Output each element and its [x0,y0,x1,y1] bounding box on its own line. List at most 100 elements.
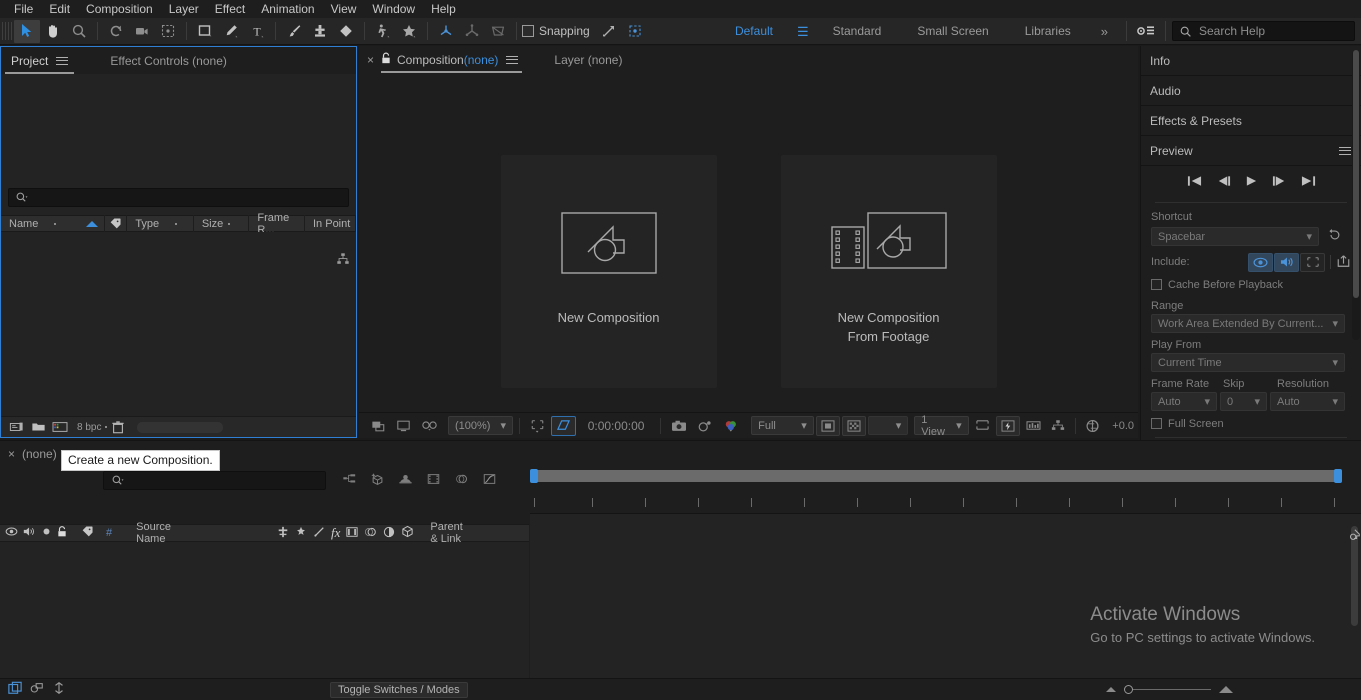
timeline-vertical-scrollbar[interactable] [1349,526,1359,648]
layer-number-header[interactable]: # [106,527,112,539]
adjustment-layer-icon[interactable] [383,526,395,541]
workspace-libraries[interactable]: Libraries [1007,18,1089,45]
transparency-grid-icon[interactable] [551,416,576,436]
column-type[interactable]: Type [127,215,194,232]
region-of-interest-icon[interactable] [526,416,549,436]
zoom-in-icon[interactable] [1219,686,1233,693]
column-label-color[interactable] [105,215,127,232]
export-frame-icon[interactable] [1336,254,1351,271]
close-icon[interactable]: × [367,53,374,67]
zoom-slider-track[interactable] [1133,689,1211,690]
motion-blur-icon[interactable] [364,526,377,541]
menu-item-file[interactable]: File [6,0,41,18]
show-snapshot-icon[interactable] [693,416,717,436]
workspace-default[interactable]: Default [717,18,791,45]
collapse-transformations-icon[interactable] [295,526,307,541]
frame-rate-select[interactable]: Auto ▾ [1151,392,1217,411]
view-count-select[interactable]: 1 View ▾ [914,416,968,435]
cache-before-playback-row[interactable]: Cache Before Playback [1151,275,1351,294]
shortcut-select[interactable]: Spacebar ▾ [1151,227,1319,246]
rotation-tool[interactable] [103,20,129,43]
project-item-list[interactable] [1,232,356,415]
panel-audio[interactable]: Audio [1141,76,1361,106]
menu-item-edit[interactable]: Edit [41,0,78,18]
frame-blend-icon[interactable] [346,526,358,541]
view-layout-select-arrow[interactable]: ▾ [868,416,908,435]
composition-panel-menu-icon[interactable] [506,53,518,66]
new-composition-icon[interactable] [49,418,71,437]
3d-layer-icon[interactable] [401,525,414,541]
first-frame-icon[interactable] [1187,175,1202,190]
range-select[interactable]: Work Area Extended By Current... ▾ [1151,314,1345,333]
menu-item-window[interactable]: Window [364,0,423,18]
project-search-input[interactable] [8,188,349,207]
bit-depth-button[interactable]: 8 bpc [71,422,107,433]
workspace-overflow-button[interactable]: » [1089,18,1120,45]
last-frame-icon[interactable] [1301,175,1316,190]
video-eye-icon[interactable] [5,526,18,540]
hide-shy-layers-icon[interactable] [398,472,413,489]
project-flowchart-icon[interactable] [336,252,350,269]
new-folder-icon[interactable] [27,418,49,437]
panel-info[interactable]: Info [1141,46,1361,76]
roto-brush-tool[interactable] [370,20,396,43]
cache-before-playback-checkbox[interactable] [1151,279,1162,290]
work-area-end-handle[interactable] [1334,469,1342,483]
shy-icon[interactable] [277,526,289,541]
eraser-tool[interactable] [333,20,359,43]
timeline-zoom-slider[interactable] [1098,685,1241,694]
snap-arrow-icon[interactable] [596,20,622,43]
column-in-point[interactable]: In Point [305,215,356,232]
menu-item-effect[interactable]: Effect [207,0,253,18]
pixel-aspect-correction-icon[interactable] [971,416,994,436]
play-from-select[interactable]: Current Time ▾ [1151,353,1345,372]
local-axis-mode-icon[interactable] [433,20,459,43]
region-grid-icon[interactable] [842,416,866,436]
always-preview-icon[interactable] [367,416,390,436]
zoom-out-icon[interactable] [1106,687,1116,692]
layer-switches-icon[interactable] [30,681,44,698]
resolution-select[interactable]: Full ▾ [751,416,814,435]
timeline-panel-collapse-icon[interactable] [1347,528,1361,542]
label-color-icon[interactable] [81,525,94,541]
tab-effect-controls[interactable]: Effect Controls (none) [100,47,237,74]
world-axis-mode-icon[interactable] [459,20,485,43]
workspace-settings-icon[interactable] [1133,20,1159,43]
full-screen-row[interactable]: Full Screen [1151,414,1351,433]
panel-effects-presets[interactable]: Effects & Presets [1141,106,1361,136]
toggle-mask-icon[interactable] [816,416,840,436]
view-axis-mode-icon[interactable] [485,20,511,43]
interpret-footage-icon[interactable] [5,418,27,437]
toggle-switches-modes-button[interactable]: Toggle Switches / Modes [330,682,468,698]
pan-behind-tool[interactable] [155,20,181,43]
delete-icon[interactable] [107,418,129,437]
workspace-small-screen[interactable]: Small Screen [899,18,1006,45]
main-viewer-icon[interactable] [392,416,415,436]
snap-target-icon[interactable] [622,20,648,43]
preview-scrollbar[interactable] [1352,50,1360,340]
tab-composition[interactable]: × Composition (none) [367,46,528,73]
clone-stamp-tool[interactable] [307,20,333,43]
brush-tool[interactable] [281,20,307,43]
shape-tool[interactable] [192,20,218,43]
composition-mini-flowchart-icon[interactable] [342,472,357,489]
toggle-switches-modes-icon[interactable] [8,681,22,698]
lock-icon[interactable] [381,52,391,68]
tab-project[interactable]: Project [1,47,78,74]
zoom-tool[interactable] [66,20,92,43]
take-snapshot-icon[interactable] [667,416,691,436]
quality-icon[interactable] [313,526,325,541]
project-panel-menu-icon[interactable] [56,54,68,67]
new-composition-card[interactable]: New Composition [501,155,717,388]
new-composition-from-footage-card[interactable]: New Composition From Footage [781,155,997,388]
draft-3d-icon[interactable] [370,472,385,489]
pen-tool[interactable] [218,20,244,43]
menu-item-help[interactable]: Help [423,0,464,18]
3d-glasses-icon[interactable] [417,416,442,436]
timeline-keyframe-area[interactable] [530,514,1361,678]
menu-item-animation[interactable]: Animation [253,0,322,18]
column-frame-rate[interactable]: Frame R... [249,215,305,232]
reset-icon[interactable] [1327,228,1342,245]
timeline-search-input[interactable] [103,471,326,490]
play-icon[interactable] [1245,175,1258,190]
